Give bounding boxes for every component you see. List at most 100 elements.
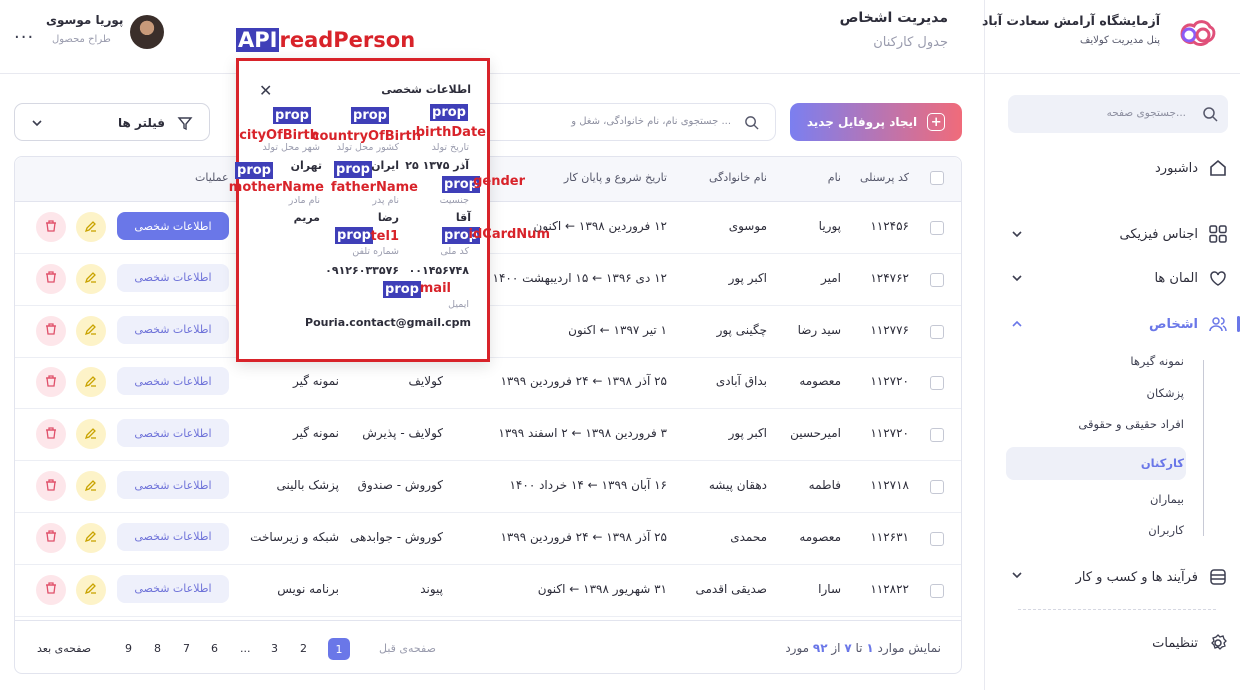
chevron-down-icon[interactable] [1011,569,1023,581]
page-button-active[interactable]: 1 [328,638,350,660]
delete-button[interactable] [36,471,66,501]
sidebar-subitem-patients[interactable]: بیماران [1150,492,1184,506]
filter-icon [177,117,193,131]
cell-dates: ۱۲ فروردین ۱۳۹۸ ← اکنون [533,219,667,233]
avatar[interactable] [130,15,164,49]
sidebar-item-physical-goods[interactable]: اجناس فیزیکی [1010,218,1228,250]
row-checkbox[interactable] [930,272,944,287]
sidebar-subitem-staff[interactable]: کارکنان [1141,456,1184,470]
row-checkbox[interactable] [930,221,944,235]
cell-name: فاطمه [808,478,841,492]
divider [1018,609,1216,610]
delete-button[interactable] [36,522,66,553]
prop-name-mothername: motherName [228,180,324,195]
filters-dropdown[interactable]: فیلتر ها [14,103,210,141]
page-button[interactable]: 9 [125,642,132,655]
cell-job: برنامه نویس [277,581,339,596]
edit-button[interactable] [76,419,106,450]
delete-button[interactable] [36,419,66,450]
edit-button[interactable] [76,574,106,605]
sidebar-subitem-legal-persons[interactable]: افراد حقیقی و حقوقی [1078,417,1184,431]
pagination-summary: نمایش موارد ۱ تا ۷ از ۹۲ مورد [785,641,941,655]
cell-code: ۱۱۲۷۱۸ [870,478,909,492]
select-all-checkbox[interactable] [930,171,944,185]
edit-button[interactable] [76,367,106,398]
sidebar-item-persons[interactable]: اشخاص [1010,308,1228,340]
chevron-down-icon[interactable] [1011,228,1023,240]
cell-code: ۱۱۲۸۲۲ [870,581,909,596]
edit-button[interactable] [76,471,106,501]
page-button[interactable]: 6 [211,642,218,655]
row-checkbox[interactable] [930,376,944,391]
field-value: رضا [377,211,399,224]
page-button[interactable]: 8 [154,642,161,655]
edit-button[interactable] [76,263,106,294]
field-value: ۲۵ آذر ۱۳۷۵ [405,159,469,172]
personal-info-button[interactable]: اطلاعات شخصی [117,315,229,344]
sidebar-item-elements[interactable]: المان ها [1010,262,1228,294]
table-row: ۱۱۲۷۲۰ معصومه بداق آبادی ۲۵ آذر ۱۳۹۸ ← ۲۴ ف… [15,357,961,410]
page-button[interactable]: 7 [183,642,190,655]
prev-page-button[interactable]: صفحه‌ی قبل [379,642,436,655]
personal-info-button[interactable]: اطلاعات شخصی [117,471,229,499]
cell-family: دهقان پیشه [708,478,767,492]
edit-button[interactable] [76,315,106,346]
sidebar-subitem-samplers[interactable]: نمونه گیرها [1130,354,1184,368]
cell-family: اکبر پور [728,426,767,441]
header-code: کد پرسنلی [860,171,909,184]
cell-family: صدیقی اقدمی [695,581,767,596]
new-profile-button[interactable]: ایجاد پروفایل جدید + [790,103,962,141]
edit-button[interactable] [76,212,106,242]
delete-button[interactable] [36,315,66,346]
cell-code: ۱۱۲۴۵۶ [870,219,909,233]
cell-code: ۱۱۲۶۳۱ [870,529,909,544]
cell-dates: ۱۲ دی ۱۳۹۶ ← ۱۵ اردیبهشت ۱۴۰۰ [492,270,668,285]
prop-tag: prop [351,107,389,124]
row-checkbox[interactable] [930,480,944,494]
sidebar-item-dashboard[interactable]: داشبورد [1010,152,1228,184]
page-search-input[interactable]: جستجوی صفحه... [1008,95,1228,133]
app-name: آزمایشگاه آرامش سعادت آباد [981,13,1160,28]
more-menu-icon[interactable]: ... [14,22,34,43]
users-icon [1209,317,1227,332]
divider [984,73,1240,74]
field-value: ۰۰۱۴۵۶۷۴۸ [408,264,469,277]
sidebar-subitem-doctors[interactable]: پزشکان [1147,386,1184,400]
cell-dates: ۱ تیر ۱۳۹۷ ← اکنون [568,322,667,337]
page-button[interactable]: 3 [271,642,278,655]
pencil-icon [84,529,98,546]
personal-info-button[interactable]: اطلاعات شخصی [117,574,229,603]
field-label: نام پدر [372,195,399,206]
cell-job: نمونه گیر [292,426,339,441]
delete-button[interactable] [36,574,66,605]
personal-info-button[interactable]: اطلاعات شخصی [117,212,229,240]
row-checkbox[interactable] [930,583,944,598]
personal-info-button[interactable]: اطلاعات شخصی [117,419,229,448]
row-checkbox[interactable] [930,324,944,339]
cell-name: پوریا [818,219,841,233]
cell-name: معصومه [799,374,841,389]
field-value: ۰۹۱۲۶۰۳۳۵۷۶ [325,264,399,277]
row-checkbox[interactable] [930,428,944,443]
cell-dates: ۲۵ آذر ۱۳۹۸ ← ۲۴ فروردین ۱۳۹۹ [500,529,667,544]
personal-info-button[interactable]: اطلاعات شخصی [117,522,229,551]
next-page-button[interactable]: صفحه‌ی بعد [37,642,91,655]
chevron-up-icon[interactable] [1011,318,1023,330]
personal-info-button[interactable]: اطلاعات شخصی [117,263,229,292]
chevron-down-icon[interactable] [1011,272,1023,284]
prop-tag: prop [334,161,372,178]
close-icon[interactable]: ✕ [259,81,272,100]
sidebar-item-settings[interactable]: تنظیمات [1010,627,1228,659]
delete-button[interactable] [36,263,66,294]
edit-button[interactable] [76,522,106,553]
delete-button[interactable] [36,367,66,398]
page-button[interactable]: 2 [300,642,307,655]
field-label: تاریخ تولد [431,142,469,153]
delete-button[interactable] [36,212,66,242]
personal-info-button[interactable]: اطلاعات شخصی [117,367,229,396]
sidebar-subitem-users[interactable]: کاربران [1148,523,1184,537]
prop-tag: prop [273,107,311,124]
row-checkbox[interactable] [930,531,944,546]
sidebar-item-processes[interactable]: فرآیند ها و کسب و کار [1010,561,1228,593]
cell-family: بداق آبادی [715,374,767,389]
